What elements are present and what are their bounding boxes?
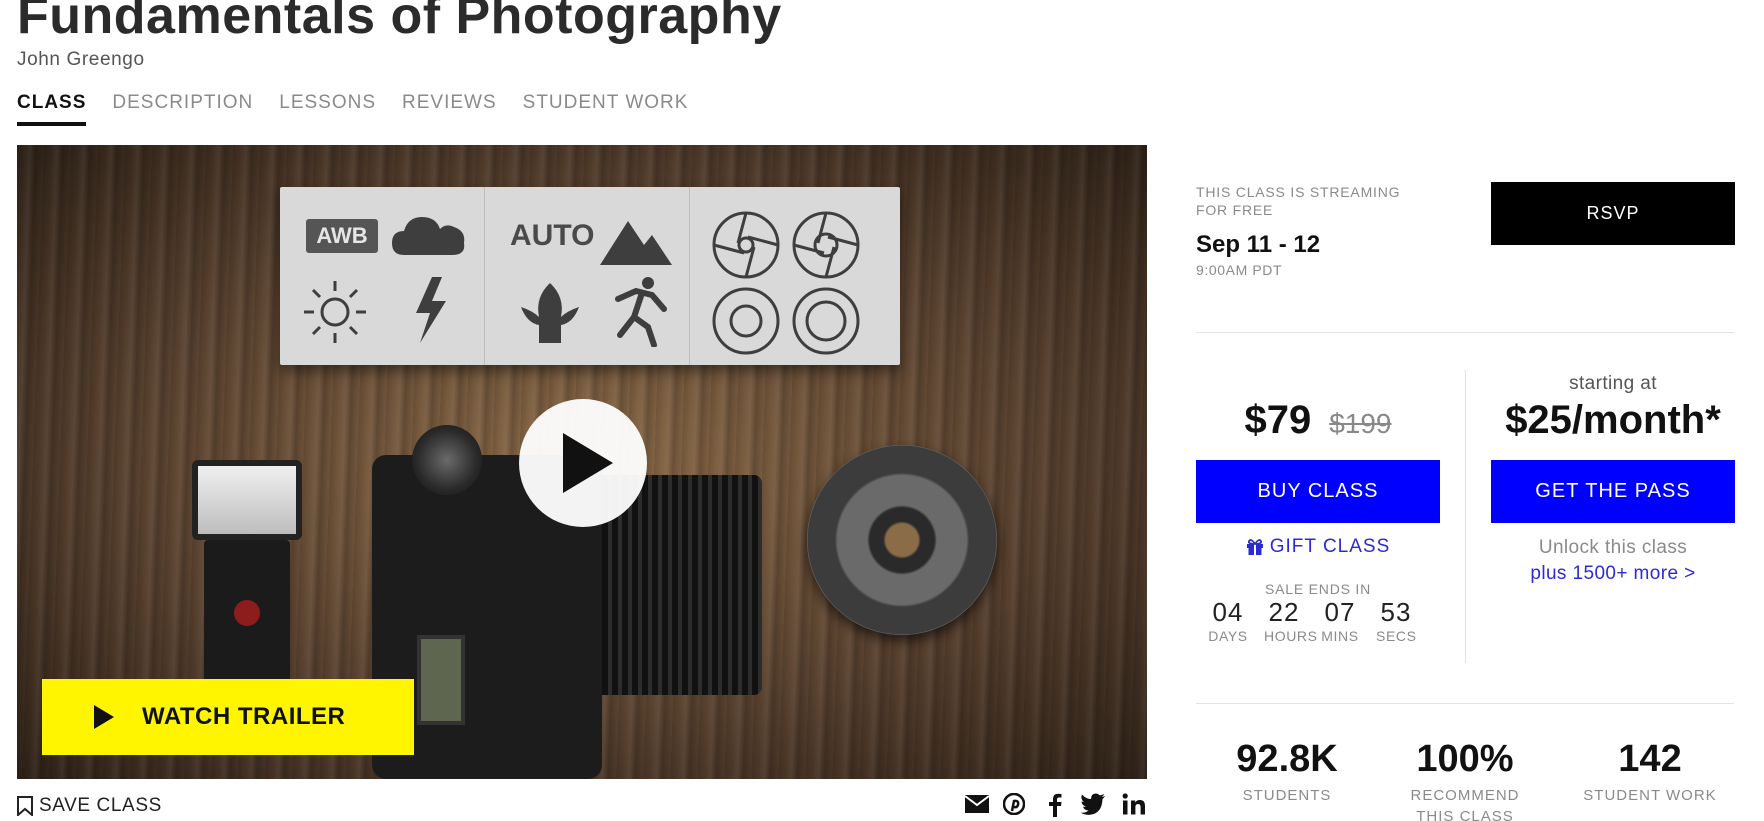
countdown-unit: MINS [1321, 628, 1359, 644]
play-video-button[interactable] [519, 399, 647, 527]
tab-lessons[interactable]: LESSONS [279, 92, 376, 126]
more-classes-link[interactable]: plus 1500+ more > [1491, 563, 1735, 585]
countdown-unit: DAYS [1208, 628, 1248, 644]
stat-label: RECOMMEND THIS CLASS [1410, 787, 1520, 821]
countdown-mins: 07 MINS [1320, 597, 1360, 644]
awb-label: AWB [306, 219, 378, 253]
countdown-value: 04 [1212, 597, 1244, 627]
save-class-label: SAVE CLASS [39, 795, 162, 816]
envelope-icon[interactable] [964, 793, 990, 815]
watch-trailer-label: WATCH TRAILER [142, 703, 346, 730]
camera-screen [417, 635, 465, 725]
countdown-value: 07 [1324, 597, 1356, 627]
countdown-unit: SECS [1376, 628, 1417, 644]
bookmark-icon [17, 796, 33, 816]
countdown-value: 53 [1380, 597, 1412, 627]
facebook-icon[interactable] [1048, 793, 1062, 817]
tab-description[interactable]: DESCRIPTION [112, 92, 253, 126]
save-class-button[interactable]: SAVE CLASS [17, 795, 162, 817]
tab-bar: CLASS DESCRIPTION LESSONS REVIEWS STUDEN… [17, 92, 688, 126]
flash-sensor [234, 600, 260, 626]
class-video-player[interactable]: AWB AUTO WATCH TRAILER [17, 145, 1147, 779]
class-dates: Sep 11 - 12 [1196, 231, 1321, 258]
play-icon [94, 705, 114, 729]
gift-icon [1246, 539, 1263, 555]
tab-student-work[interactable]: STUDENT WORK [523, 92, 689, 126]
instructor-name[interactable]: John Greengo [17, 49, 145, 71]
camera-dial [412, 425, 482, 495]
stat-value: 142 [1618, 738, 1682, 780]
countdown-unit: HOURS [1264, 628, 1318, 644]
flash-bolt-icon [416, 277, 446, 343]
stat-label: STUDENT WORK [1583, 787, 1717, 804]
countdown-hours: 22 HOURS [1264, 597, 1318, 644]
tab-reviews[interactable]: REVIEWS [402, 92, 497, 126]
rsvp-button[interactable]: RSVP [1491, 182, 1735, 245]
mountain-icon [600, 221, 672, 265]
linkedin-icon[interactable] [1122, 793, 1146, 815]
divider [1196, 703, 1734, 704]
pinterest-icon[interactable] [1003, 793, 1025, 815]
macro-flower-icon [521, 283, 579, 343]
pass-price: $25/month* [1505, 398, 1721, 442]
auto-label: AUTO [510, 219, 595, 252]
sale-ends-label: SALE ENDS IN [1264, 581, 1372, 597]
sports-runner-icon [615, 277, 667, 347]
aperture-icons [712, 211, 860, 355]
stat-value: 92.8K [1236, 738, 1338, 780]
stat-value: 100% [1416, 738, 1514, 780]
divider [1196, 332, 1734, 333]
settings-card-illustration: AWB AUTO [280, 187, 900, 365]
class-time: 9:00AM PDT [1196, 262, 1283, 278]
get-the-pass-button[interactable]: GET THE PASS [1491, 460, 1735, 523]
tab-class[interactable]: CLASS [17, 92, 87, 126]
cloud-icon [392, 217, 465, 255]
current-price: $79 [1244, 398, 1312, 442]
stat-student-work[interactable]: 142 STUDENT WORK [1555, 738, 1745, 806]
twitter-icon[interactable] [1080, 793, 1106, 815]
lens-image [807, 445, 997, 635]
stat-label: STUDENTS [1242, 787, 1332, 804]
streaming-note: THIS CLASS IS STREAMING FOR FREE [1196, 184, 1401, 218]
countdown-days: 04 DAYS [1208, 597, 1248, 644]
class-price: $79 $199 [1196, 398, 1440, 443]
flash-head [192, 460, 302, 540]
page-title: Fundamentals of Photography [17, 0, 782, 45]
divider-vertical [1465, 370, 1466, 663]
sun-icon [304, 281, 366, 343]
buy-class-button[interactable]: BUY CLASS [1196, 460, 1440, 523]
gift-class-link[interactable]: GIFT CLASS [1196, 536, 1440, 558]
original-price: $199 [1329, 408, 1392, 439]
unlock-text: Unlock this class [1538, 537, 1688, 558]
countdown-secs: 53 SECS [1376, 597, 1416, 644]
countdown-value: 22 [1268, 597, 1300, 627]
watch-trailer-button[interactable]: WATCH TRAILER [42, 679, 414, 755]
sale-countdown: 04 DAYS 22 HOURS 07 MINS 53 SECS [1208, 597, 1416, 644]
starting-at-label: starting at [1569, 373, 1657, 394]
stat-students: 92.8K STUDENTS [1192, 738, 1382, 806]
stat-recommend: 100% RECOMMEND THIS CLASS [1370, 738, 1560, 821]
gift-class-label: GIFT CLASS [1269, 536, 1391, 557]
